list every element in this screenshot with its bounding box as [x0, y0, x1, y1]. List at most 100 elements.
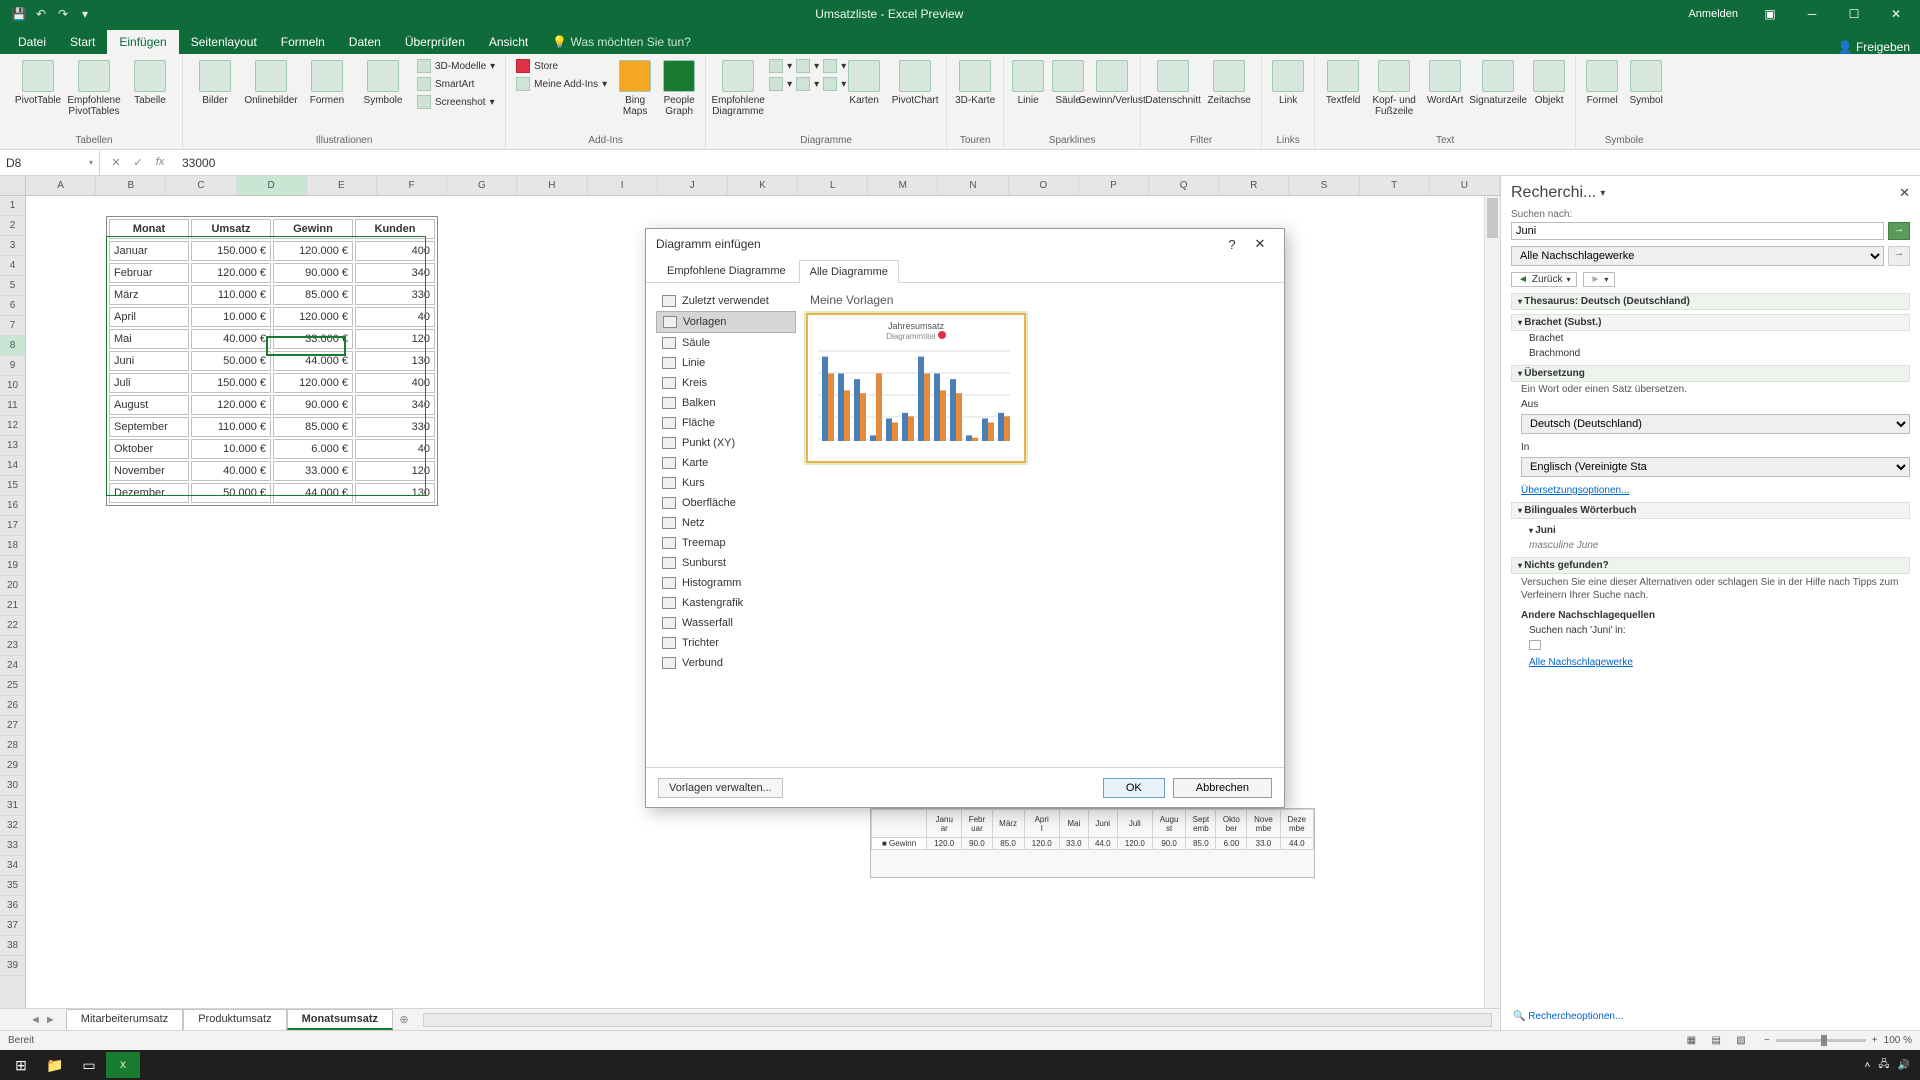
table-button[interactable]: Tabelle	[124, 56, 176, 106]
add-sheet-button[interactable]: ⊕	[393, 1013, 415, 1026]
row-header[interactable]: 10	[0, 376, 25, 396]
chart-category-item[interactable]: Verbund	[656, 653, 796, 673]
chart-category-item[interactable]: Kreis	[656, 373, 796, 393]
column-header[interactable]: L	[798, 176, 868, 195]
pane-close-icon[interactable]: ✕	[1899, 185, 1910, 201]
chart-category-item[interactable]: Treemap	[656, 533, 796, 553]
online-pictures-button[interactable]: Onlinebilder	[245, 56, 297, 106]
translate-from-select[interactable]: Deutsch (Deutschland)	[1521, 414, 1910, 434]
chart-category-item[interactable]: Zuletzt verwendet	[656, 291, 796, 311]
3d-map-button[interactable]: 3D-Karte	[953, 56, 997, 106]
chart-category-item[interactable]: Kastengrafik	[656, 593, 796, 613]
undo-icon[interactable]: ↶	[32, 5, 50, 23]
bar-chart-icon[interactable]: ▾	[768, 76, 793, 92]
column-chart-icon[interactable]: ▾	[768, 58, 793, 74]
row-header[interactable]: 8	[0, 336, 25, 356]
area-chart-icon[interactable]: ▾	[795, 76, 820, 92]
column-header[interactable]: O	[1009, 176, 1079, 195]
search-input[interactable]	[1511, 222, 1884, 240]
redo-icon[interactable]: ↷	[54, 5, 72, 23]
tab-all-charts[interactable]: Alle Diagramme	[799, 260, 899, 283]
column-header[interactable]: T	[1360, 176, 1430, 195]
shapes-button[interactable]: Formen	[301, 56, 353, 106]
column-header[interactable]: D	[237, 176, 307, 195]
row-header[interactable]: 15	[0, 476, 25, 496]
chart-category-item[interactable]: Oberfläche	[656, 493, 796, 513]
chart-category-item[interactable]: Säule	[656, 333, 796, 353]
tab-ueberpruefen[interactable]: Überprüfen	[393, 30, 477, 54]
bilingual-section[interactable]: Bilinguales Wörterbuch	[1511, 502, 1910, 519]
chart-category-item[interactable]: Trichter	[656, 633, 796, 653]
chart-category-item[interactable]: Netz	[656, 513, 796, 533]
tab-einfuegen[interactable]: Einfügen	[107, 30, 178, 54]
sheet-tab[interactable]: Monatsumsatz	[287, 1009, 393, 1030]
search-go-button[interactable]: →	[1888, 222, 1910, 240]
horizontal-scrollbar[interactable]	[423, 1013, 1492, 1027]
store-button[interactable]: Store	[512, 58, 611, 74]
row-header[interactable]: 36	[0, 896, 25, 916]
translation-options-link[interactable]: Übersetzungsoptionen...	[1511, 483, 1910, 498]
textbox-button[interactable]: Textfeld	[1321, 56, 1365, 106]
fx-icon[interactable]: fx	[152, 156, 168, 169]
column-header[interactable]: Q	[1149, 176, 1219, 195]
link-button[interactable]: Link	[1268, 56, 1308, 106]
object-button[interactable]: Objekt	[1529, 56, 1569, 106]
formula-input[interactable]: 33000	[176, 156, 1920, 170]
research-options-link[interactable]: 🔍 Rechercheoptionen...	[1513, 1011, 1623, 1022]
chart-category-item[interactable]: Punkt (XY)	[656, 433, 796, 453]
smartart-button[interactable]: SmartArt	[413, 76, 499, 92]
row-header[interactable]: 18	[0, 536, 25, 556]
row-header[interactable]: 19	[0, 556, 25, 576]
row-header[interactable]: 1	[0, 196, 25, 216]
icons-button[interactable]: Symbole	[357, 56, 409, 106]
tray-up-icon[interactable]: ˄	[1865, 1060, 1871, 1071]
wordart-button[interactable]: WordArt	[1423, 56, 1467, 106]
row-header[interactable]: 34	[0, 856, 25, 876]
share-button[interactable]: 👤 Freigeben	[1838, 40, 1910, 54]
row-header[interactable]: 6	[0, 296, 25, 316]
column-header[interactable]: G	[447, 176, 517, 195]
signin-link[interactable]: Anmelden	[1678, 0, 1748, 28]
row-header[interactable]: 12	[0, 416, 25, 436]
row-header[interactable]: 11	[0, 396, 25, 416]
row-header[interactable]: 21	[0, 596, 25, 616]
translate-to-select[interactable]: Englisch (Vereinigte Sta	[1521, 457, 1910, 477]
chart-category-item[interactable]: Histogramm	[656, 573, 796, 593]
page-break-view-icon[interactable]: ▧	[1730, 1035, 1752, 1046]
row-header[interactable]: 33	[0, 836, 25, 856]
row-header[interactable]: 3	[0, 236, 25, 256]
row-header[interactable]: 37	[0, 916, 25, 936]
equation-button[interactable]: Formel	[1582, 56, 1622, 106]
close-icon[interactable]: ✕	[1876, 0, 1916, 28]
translation-section[interactable]: Übersetzung	[1511, 365, 1910, 382]
row-header[interactable]: 4	[0, 256, 25, 276]
tab-daten[interactable]: Daten	[337, 30, 393, 54]
start-button[interactable]: ⊞	[4, 1052, 38, 1078]
bing-maps-button[interactable]: Bing Maps	[615, 56, 655, 117]
maximize-icon[interactable]: ☐	[1834, 0, 1874, 28]
chart-category-item[interactable]: Fläche	[656, 413, 796, 433]
chart-category-item[interactable]: Sunburst	[656, 553, 796, 573]
column-header[interactable]: P	[1079, 176, 1149, 195]
thesaurus-result[interactable]: Brachet	[1511, 331, 1910, 346]
sheet-nav-first-icon[interactable]: ◄	[30, 1014, 41, 1026]
row-header[interactable]: 30	[0, 776, 25, 796]
vertical-scrollbar[interactable]	[1484, 196, 1500, 1008]
ribbon-display-icon[interactable]: ▣	[1750, 0, 1790, 28]
screenshot-button[interactable]: Screenshot ▾	[413, 94, 499, 110]
zoom-slider[interactable]	[1776, 1039, 1866, 1042]
tell-me[interactable]: 💡 Was möchten Sie tun?	[540, 30, 703, 54]
manage-templates-button[interactable]: Vorlagen verwalten...	[658, 778, 783, 798]
reference-go-icon[interactable]: →	[1888, 246, 1910, 266]
column-header[interactable]: C	[166, 176, 236, 195]
chart-category-item[interactable]: Balken	[656, 393, 796, 413]
tab-seitenlayout[interactable]: Seitenlayout	[179, 30, 269, 54]
all-references-link[interactable]: Alle Nachschlagewerke	[1511, 655, 1910, 670]
ok-button[interactable]: OK	[1103, 778, 1165, 798]
row-header[interactable]: 2	[0, 216, 25, 236]
column-header[interactable]: I	[588, 176, 658, 195]
template-thumbnail[interactable]: Jahresumsatz Diagrammtitel	[806, 313, 1026, 463]
tab-ansicht[interactable]: Ansicht	[477, 30, 540, 54]
row-header[interactable]: 24	[0, 656, 25, 676]
dialog-close-icon[interactable]: ✕	[1246, 236, 1274, 252]
